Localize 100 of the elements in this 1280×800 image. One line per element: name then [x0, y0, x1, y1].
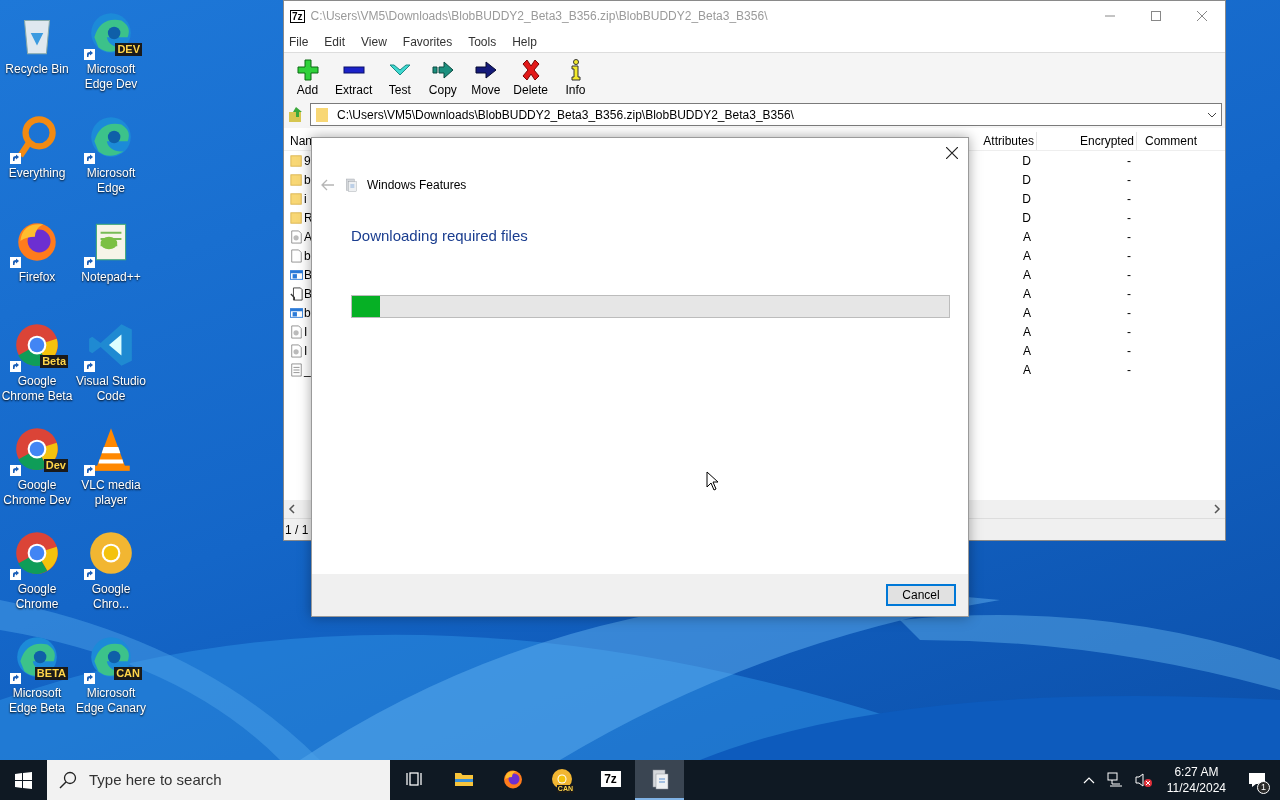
menu-item[interactable]: View: [361, 32, 387, 51]
shortcut-label: Microsoft Edge Canary: [74, 686, 147, 716]
shortcut-arrow-icon: [84, 257, 95, 268]
desktop-shortcut[interactable]: Recycle Bin: [0, 4, 74, 108]
shortcut-label: Recycle Bin: [4, 62, 70, 77]
channel-badge: Beta: [40, 355, 68, 368]
file-icon: [290, 324, 303, 339]
shortcut-label: Google Chrome Beta: [0, 374, 74, 404]
shortcut-label: VLC media player: [80, 478, 142, 508]
file-name[interactable]: A: [304, 227, 312, 246]
desktop-shortcut[interactable]: Dev Google Chrome Dev: [0, 420, 74, 524]
chevron-up-icon[interactable]: [1082, 776, 1095, 784]
file-icon: [290, 267, 303, 282]
shortcut-arrow-icon: [10, 569, 21, 580]
clock-date[interactable]: 11/24/2024: [1166, 780, 1226, 796]
notification-count: 1: [1257, 781, 1270, 794]
attributes-cell-text: D: [1021, 190, 1032, 208]
chevron-down-icon[interactable]: [1207, 111, 1217, 118]
desktop-shortcut[interactable]: Microsoft Edge: [74, 108, 148, 212]
toolbar-button[interactable]: Extract: [331, 58, 377, 98]
notification-button[interactable]: 1: [1234, 760, 1280, 800]
file-name[interactable]: B: [304, 265, 312, 284]
path-field[interactable]: C:\Users\VM5\Downloads\BlobBUDDY2_Beta3_B356.zip\BlobBUDDY2_Beta3_B356\: [310, 103, 1222, 126]
muted-speaker-icon[interactable]: [1134, 772, 1153, 788]
desktop-shortcut[interactable]: Google Chrome: [0, 524, 74, 628]
menu-item[interactable]: Favorites: [402, 32, 453, 51]
folder-icon: [290, 210, 303, 225]
close-icon[interactable]: [946, 147, 958, 159]
add-icon: [295, 58, 320, 82]
network-icon[interactable]: [1106, 772, 1123, 788]
encrypted-cell-text: -: [1126, 190, 1132, 208]
maximize-icon[interactable]: [1151, 11, 1161, 21]
channel-badge: DEV: [115, 43, 142, 56]
desktop-shortcut[interactable]: VLC media player: [74, 420, 148, 524]
menu-item[interactable]: File: [289, 32, 309, 51]
features-icon: [343, 177, 359, 193]
encrypted-cell-text: -: [1126, 323, 1132, 341]
shortcut-label: Everything: [7, 166, 67, 181]
attributes-cell-text: A: [1022, 304, 1032, 322]
column-header[interactable]: Encrypted: [1037, 131, 1137, 150]
scroll-right-icon[interactable]: [1213, 504, 1221, 514]
toolbar-button[interactable]: Move: [466, 58, 506, 98]
shortcut-label: Google Chrome Dev: [2, 478, 72, 508]
shortcut-arrow-icon: [10, 673, 21, 684]
shortcut-label: Google Chrome: [14, 582, 60, 612]
file-name[interactable]: I: [304, 322, 308, 341]
file-name[interactable]: i: [304, 189, 307, 208]
attributes-cell-text: A: [1022, 285, 1032, 303]
file-name[interactable]: _: [304, 360, 311, 379]
encrypted-cell-text: -: [1126, 228, 1132, 246]
toolbar-button[interactable]: Test: [380, 58, 420, 98]
menu-item[interactable]: Edit: [324, 32, 346, 51]
shortcut-arrow-icon: [10, 153, 21, 164]
shortcut-arrow-icon: [84, 569, 95, 580]
shortcut-arrow-icon: [84, 465, 95, 476]
scroll-left-icon[interactable]: [288, 504, 296, 514]
file-name[interactable]: B: [304, 284, 312, 303]
encrypted-cell-text: -: [1126, 342, 1132, 360]
desktop-shortcut[interactable]: Visual Studio Code: [74, 316, 148, 420]
menu-item[interactable]: Help: [512, 32, 537, 51]
shortcut-label: Microsoft Edge Dev: [83, 62, 139, 92]
attributes-cell-text: A: [1022, 228, 1032, 246]
folder-icon: [315, 106, 329, 123]
toolbar-button[interactable]: Info: [556, 58, 596, 98]
column-header[interactable]: Comment: [1137, 131, 1225, 150]
shortcut-label: Notepad++: [80, 270, 142, 285]
shortcut-arrow-icon: [84, 361, 95, 372]
taskbar-app[interactable]: [635, 760, 684, 800]
desktop-shortcut[interactable]: Everything: [0, 108, 74, 212]
desktop-shortcut[interactable]: CAN Microsoft Edge Canary: [74, 628, 148, 732]
toolbar-button[interactable]: Copy: [423, 58, 463, 98]
windows-start-icon[interactable]: [15, 771, 32, 789]
desktop-shortcut[interactable]: Firefox: [0, 212, 74, 316]
shortcut-arrow-icon: [84, 153, 95, 164]
toolbar-button[interactable]: Add: [288, 58, 327, 98]
folder-icon: [290, 153, 303, 168]
file-icon: [290, 343, 303, 358]
file-name[interactable]: b: [304, 170, 311, 189]
menu-item[interactable]: Tools: [468, 32, 497, 51]
channel-badge: Dev: [43, 459, 68, 472]
file-name[interactable]: I: [304, 341, 308, 360]
search-box[interactable]: Type here to search: [47, 760, 390, 800]
file-name[interactable]: 9: [304, 151, 311, 170]
clock-time[interactable]: 6:27 AM: [1174, 764, 1219, 780]
file-icon: [290, 362, 303, 377]
shortcut-arrow-icon: [10, 465, 21, 476]
desktop-shortcut[interactable]: BETA Microsoft Edge Beta: [0, 628, 74, 732]
file-name[interactable]: b: [304, 246, 311, 265]
file-name[interactable]: b: [304, 303, 311, 322]
folder-icon: [290, 172, 303, 187]
file-icon: [290, 229, 303, 244]
taskbar-app[interactable]: 7z: [586, 760, 635, 800]
cancel-button[interactable]: Cancel: [886, 584, 956, 606]
desktop-shortcut[interactable]: Google Chro...: [74, 524, 148, 628]
desktop-shortcut[interactable]: DEV Microsoft Edge Dev: [74, 4, 148, 108]
encrypted-cell-text: -: [1126, 266, 1132, 284]
toolbar-button[interactable]: Delete: [509, 58, 553, 98]
attributes-cell-text: A: [1022, 266, 1032, 284]
desktop-shortcut[interactable]: Notepad++: [74, 212, 148, 316]
desktop-shortcut[interactable]: Beta Google Chrome Beta: [0, 316, 74, 420]
